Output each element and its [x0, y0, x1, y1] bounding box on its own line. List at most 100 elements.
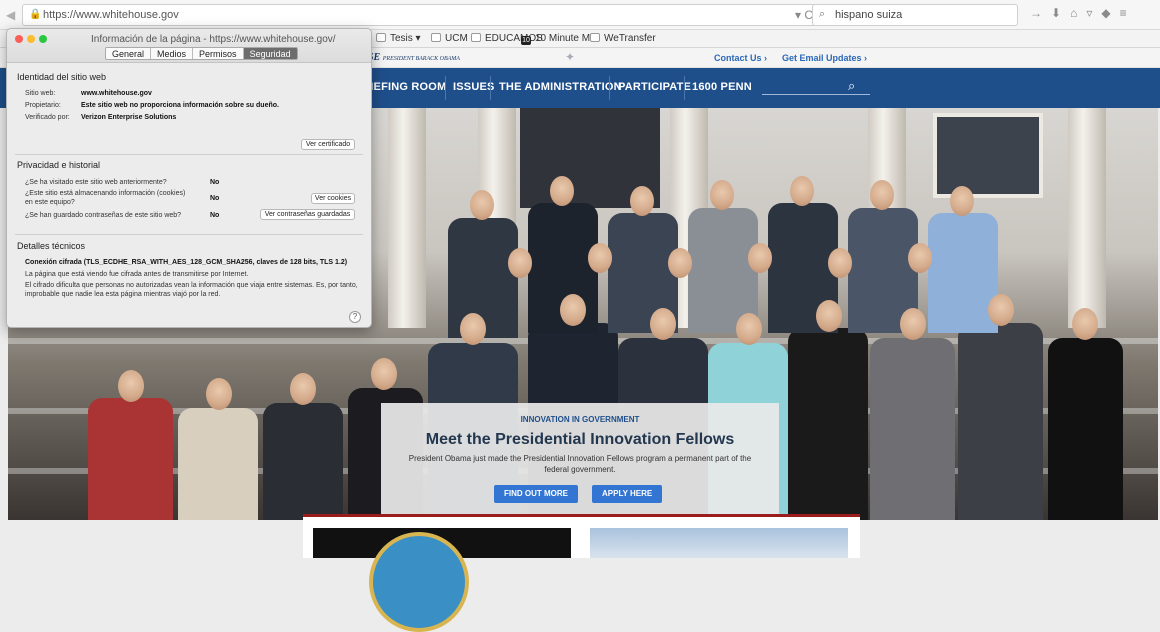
visited-question: ¿Se ha visitado este sitio web anteriorm…: [25, 179, 167, 186]
person-head: [828, 248, 852, 278]
person-head: [550, 176, 574, 206]
search-input[interactable]: hispano suiza: [835, 9, 902, 21]
help-icon[interactable]: ?: [349, 311, 361, 323]
identity-heading: Identidad del sitio web: [17, 72, 107, 82]
window: [933, 113, 1043, 198]
person-body: [870, 338, 955, 520]
cookies-question: ¿Este sitio está almacenando información…: [25, 190, 186, 206]
nav-1600-penn[interactable]: 1600 PENN: [692, 81, 752, 93]
site-brand[interactable]: SE PRESIDENT BARACK OBAMA: [368, 52, 460, 63]
nav-participate[interactable]: PARTICIPATE: [618, 81, 691, 93]
apply-here-button[interactable]: APPLY HERE: [592, 485, 663, 503]
site-search-input[interactable]: [762, 94, 870, 95]
visited-answer: No: [210, 179, 220, 186]
person-head: [710, 180, 734, 210]
home-icon[interactable]: ⌂: [1070, 6, 1086, 20]
url-text[interactable]: https://www.whitehouse.gov: [43, 9, 179, 21]
toolbar-icons: →⬇⌂▿◆≡: [1030, 6, 1136, 20]
owner-value: Este sitio web no proporciona informació…: [81, 102, 279, 109]
bookmark-wetransfer[interactable]: WeTransfer: [590, 33, 656, 44]
contact-link[interactable]: Contact Us ›: [714, 53, 767, 63]
search-icon[interactable]: ⌕: [848, 78, 855, 94]
back-arrow-icon[interactable]: ◀: [6, 8, 15, 22]
encryption-line-2: El cifrado dificulta que personas no aut…: [25, 282, 358, 298]
pocket-icon[interactable]: ▿: [1086, 6, 1101, 20]
owner-label: Propietario:: [25, 102, 61, 109]
connection-info: Conexión cifrada (TLS_ECDHE_RSA_WITH_AES…: [25, 259, 348, 266]
promo-title[interactable]: Meet the Presidential Innovation Fellows: [381, 431, 779, 449]
nav-divider: [609, 76, 610, 100]
person-head: [748, 243, 772, 273]
nav-divider: [445, 76, 446, 100]
promo-text: President Obama just made the Presidenti…: [408, 454, 752, 474]
person-body: [958, 323, 1043, 520]
seal-icon: ✦: [565, 50, 576, 64]
view-cookies-button[interactable]: Ver cookies: [311, 193, 355, 204]
person-head: [290, 373, 316, 405]
cookies-answer: No: [210, 195, 220, 202]
person-head: [118, 370, 144, 402]
divider: [15, 234, 363, 235]
dialog-tabs: General Medios Permisos Seguridad: [105, 47, 298, 60]
person-head: [460, 313, 486, 345]
divider: [15, 154, 363, 155]
lock-icon[interactable]: 🔒: [29, 9, 41, 20]
person-head: [560, 294, 586, 326]
page-info-dialog: Información de la página - https://www.w…: [6, 28, 372, 328]
search-bar[interactable]: ⌕ hispano suiza: [812, 4, 1018, 26]
bookmark-10minutemail[interactable]: 10 10 Minute Mail: [521, 33, 600, 45]
verified-value: Verizon Enterprise Solutions: [81, 114, 177, 121]
person-head: [206, 378, 232, 410]
tab-general[interactable]: General: [106, 48, 152, 59]
person-body: [928, 213, 998, 333]
forward-icon[interactable]: →: [1030, 6, 1051, 20]
bookmark-tesis[interactable]: Tesis ▾: [376, 33, 421, 44]
person-head: [668, 248, 692, 278]
reload-icon[interactable]: ▾ C: [795, 8, 813, 22]
menu-icon[interactable]: ≡: [1120, 6, 1136, 20]
email-updates-link[interactable]: Get Email Updates ›: [782, 53, 867, 63]
person-head: [508, 248, 532, 278]
feature-card-image[interactable]: [313, 528, 571, 632]
view-passwords-button[interactable]: Ver contraseñas guardadas: [260, 209, 355, 220]
view-certificate-button[interactable]: Ver certificado: [301, 139, 355, 150]
person-head: [630, 186, 654, 216]
person-body: [178, 408, 258, 520]
person-head: [790, 176, 814, 206]
person-body: [1048, 338, 1123, 520]
website-label: Sitio web:: [25, 90, 56, 97]
person-head: [908, 243, 932, 273]
feature-card-image[interactable]: [590, 528, 848, 558]
nav-administration[interactable]: THE ADMINISTRATION: [499, 81, 622, 93]
url-bar[interactable]: 🔒 https://www.whitehouse.gov ▾ C: [22, 4, 822, 26]
tab-medios[interactable]: Medios: [151, 48, 194, 59]
zoom-button[interactable]: [39, 35, 47, 43]
minimize-button[interactable]: [27, 35, 35, 43]
column: [1068, 108, 1106, 328]
tab-permisos[interactable]: Permisos: [193, 48, 244, 59]
person-head: [816, 300, 842, 332]
find-out-more-button[interactable]: FIND OUT MORE: [494, 485, 578, 503]
technical-heading: Detalles técnicos: [17, 241, 86, 251]
person-head: [950, 186, 974, 216]
promo-box: INNOVATION IN GOVERNMENT Meet the Presid…: [381, 403, 779, 515]
person-body: [788, 328, 868, 520]
close-button[interactable]: [15, 35, 23, 43]
bookmark-ucm[interactable]: UCM: [431, 33, 468, 44]
person-head: [988, 294, 1014, 326]
page-icon: [431, 33, 441, 42]
person-head: [900, 308, 926, 340]
person-head: [870, 180, 894, 210]
promo-kicker: INNOVATION IN GOVERNMENT: [520, 415, 640, 424]
person-head: [1072, 308, 1098, 340]
tab-seguridad[interactable]: Seguridad: [243, 48, 297, 59]
dialog-title: Información de la página - https://www.w…: [91, 34, 336, 45]
nav-issues[interactable]: ISSUES: [453, 81, 495, 93]
page-icon: [471, 33, 481, 42]
person-body: [263, 403, 343, 520]
person-head: [736, 313, 762, 345]
download-icon[interactable]: ⬇: [1051, 6, 1070, 20]
person-body: [88, 398, 173, 520]
page-icon: [590, 33, 600, 42]
extension-icon[interactable]: ◆: [1101, 6, 1119, 20]
